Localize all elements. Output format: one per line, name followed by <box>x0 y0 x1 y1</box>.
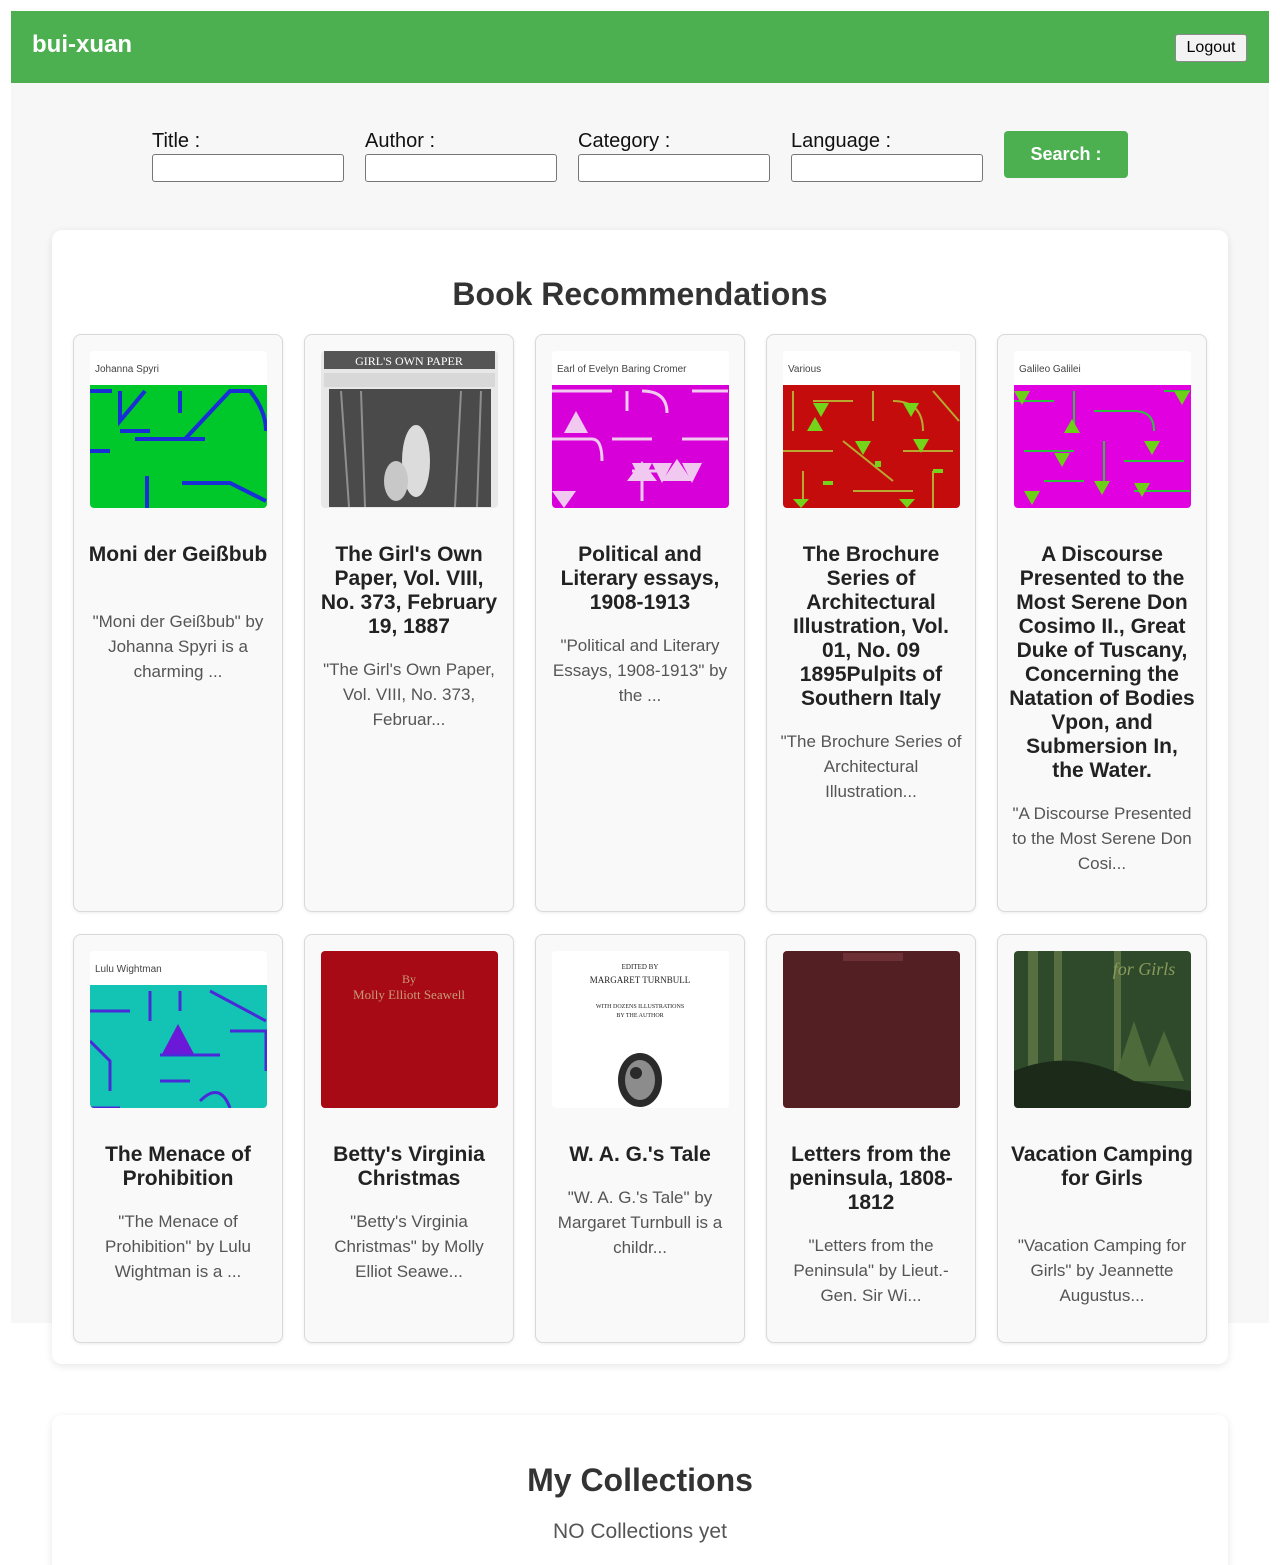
book-title: W. A. G.'s Tale <box>569 1143 711 1166</box>
book-description: "Vacation Camping for Girls" by Jeannett… <box>1017 1236 1187 1305</box>
top-bar: bui-xuan Logout <box>11 11 1269 83</box>
book-title: Political and Literary essays, 1908-1913 <box>560 543 720 614</box>
svg-text:GIRL'S OWN PAPER: GIRL'S OWN PAPER <box>355 354 463 368</box>
book-title: A Discourse Presented to the Most Serene… <box>1009 543 1195 782</box>
book-card[interactable]: By Molly Elliott Seawell Betty's Virgini… <box>304 934 514 1343</box>
book-title: Betty's Virginia Christmas <box>333 1143 485 1190</box>
svg-text:Galileo Galilei: Galileo Galilei <box>1019 364 1081 375</box>
brand-username: bui-xuan <box>32 31 132 58</box>
book-cover-image: Galileo Galilei <box>1014 351 1191 508</box>
author-field: Author : <box>365 129 557 182</box>
language-input[interactable] <box>791 154 983 182</box>
svg-text:WITH DOZENS ILLUSTRATIONS: WITH DOZENS ILLUSTRATIONS <box>596 1004 684 1010</box>
book-description: "The Girl's Own Paper, Vol. VIII, No. 37… <box>323 660 495 729</box>
book-title: The Menace of Prohibition <box>105 1143 251 1190</box>
book-description: "Moni der Geißbub" by Johanna Spyri is a… <box>92 612 264 681</box>
book-card[interactable]: Johanna Spyri Moni der Geißbub "Moni der… <box>73 334 283 912</box>
book-cover-image: for Girls <box>1014 951 1191 1108</box>
title-field: Title : <box>152 129 344 182</box>
language-field: Language : <box>791 129 983 182</box>
category-label: Category : <box>578 130 671 152</box>
book-card[interactable]: for Girls Vacation Camping for Girls "Va… <box>997 934 1207 1343</box>
book-description: "Political and Literary Essays, 1908-191… <box>552 636 728 705</box>
collections-panel: My Collections NO Collections yet <box>52 1415 1228 1565</box>
language-label: Language : <box>791 130 892 152</box>
collections-heading: My Collections <box>527 1462 753 1498</box>
book-cover-image: Earl of Evelyn Baring Cromer <box>552 351 729 508</box>
book-title: Vacation Camping for Girls <box>1010 1143 1194 1190</box>
svg-text:MARGARET TURNBULL: MARGARET TURNBULL <box>590 975 690 985</box>
book-cover-image: Lulu Wightman <box>90 951 267 1108</box>
svg-text:for Girls: for Girls <box>1113 959 1176 979</box>
book-cover-image: By Molly Elliott Seawell <box>321 951 498 1108</box>
book-card[interactable]: Earl of Evelyn Baring Cromer Political a… <box>535 334 745 912</box>
book-title: Moni der Geißbub <box>88 543 268 566</box>
book-cover-image: GIRL'S OWN PAPER <box>321 351 498 508</box>
title-label: Title : <box>152 130 201 152</box>
book-title: The Girl's Own Paper, Vol. VIII, No. 373… <box>320 543 498 638</box>
svg-text:Earl of Evelyn Baring Cromer: Earl of Evelyn Baring Cromer <box>557 364 687 375</box>
category-input[interactable] <box>578 154 770 182</box>
book-description: "The Brochure Series of Architectural Il… <box>780 732 962 801</box>
book-card[interactable]: GIRL'S OWN PAPER The Girl's Own Paper, V… <box>304 334 514 912</box>
book-title: Letters from the peninsula, 1808-1812 <box>789 1143 953 1214</box>
recommendations-heading: Book Recommendations <box>452 276 828 312</box>
svg-text:BY THE AUTHOR: BY THE AUTHOR <box>616 1013 663 1019</box>
book-description: "A Discourse Presented to the Most Seren… <box>1012 804 1192 873</box>
book-cover-image: EDITED BY MARGARET TURNBULL WITH DOZENS … <box>552 951 729 1108</box>
book-title: The Brochure Series of Architectural Ill… <box>793 543 949 710</box>
book-card[interactable]: Galileo Galilei A Discourse Presented to <box>997 334 1207 912</box>
svg-text:Johanna Spyri: Johanna Spyri <box>95 364 159 375</box>
author-input[interactable] <box>365 154 557 182</box>
svg-text:Molly Elliott Seawell: Molly Elliott Seawell <box>353 987 465 1002</box>
title-input[interactable] <box>152 154 344 182</box>
book-description: "W. A. G.'s Tale" by Margaret Turnbull i… <box>557 1188 723 1257</box>
logout-button[interactable]: Logout <box>1175 34 1247 62</box>
book-cover-image: Various <box>783 351 960 508</box>
svg-text:Lulu Wightman: Lulu Wightman <box>95 964 162 975</box>
book-description: "The Menace of Prohibition" by Lulu Wigh… <box>105 1212 251 1281</box>
svg-text:EDITED BY: EDITED BY <box>622 963 659 971</box>
category-field: Category : <box>578 129 770 182</box>
book-cover-image: Johanna Spyri <box>90 351 267 508</box>
book-card[interactable]: Various The Brochure Series of Architect… <box>766 334 976 912</box>
svg-text:By: By <box>402 972 416 986</box>
author-label: Author : <box>365 130 436 152</box>
book-card[interactable]: EDITED BY MARGARET TURNBULL WITH DOZENS … <box>535 934 745 1343</box>
book-card[interactable]: Lulu Wightman The Menace of Prohibition … <box>73 934 283 1343</box>
empty-collections-message: NO Collections yet <box>553 1520 727 1543</box>
svg-text:Various: Various <box>788 364 821 375</box>
book-card[interactable]: Letters from the peninsula, 1808-1812 "L… <box>766 934 976 1343</box>
book-description: "Letters from the Peninsula" by Lieut.-G… <box>793 1236 949 1305</box>
search-button[interactable]: Search : <box>1004 131 1128 178</box>
book-description: "Betty's Virginia Christmas" by Molly El… <box>334 1212 484 1281</box>
recommendations-panel: Book Recommendations Johanna Spyri Moni … <box>52 230 1228 1364</box>
book-cover-image <box>783 951 960 1108</box>
